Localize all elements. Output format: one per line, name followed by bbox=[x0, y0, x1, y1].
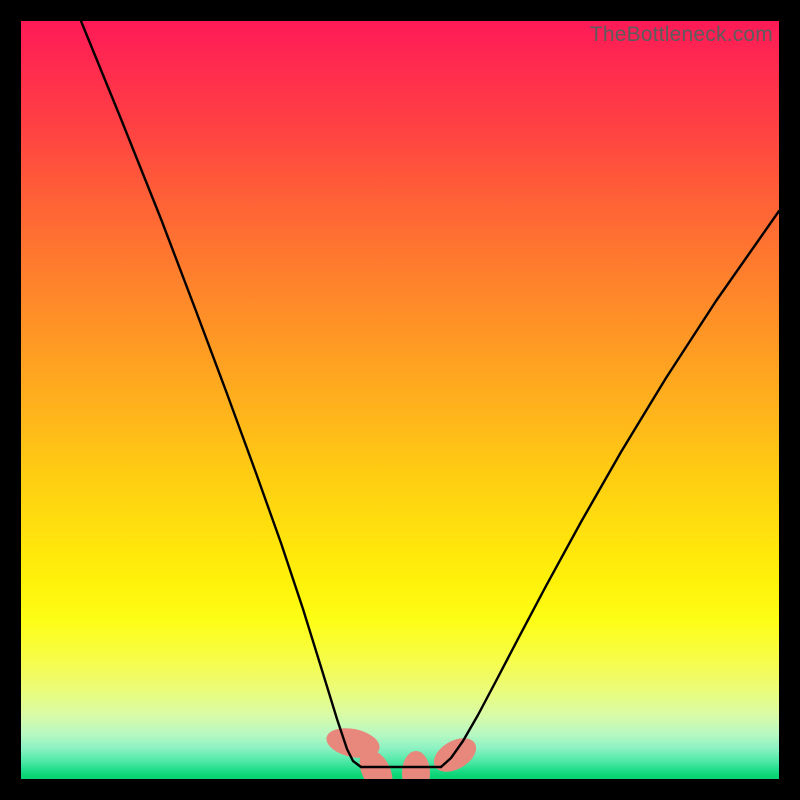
watermark-text: TheBottleneck.com bbox=[590, 23, 773, 47]
marker-pill bbox=[402, 751, 430, 779]
plot-area: TheBottleneck.com bbox=[21, 21, 779, 779]
series-left-curve bbox=[81, 21, 361, 767]
lines-group bbox=[81, 21, 779, 767]
marker-pill bbox=[428, 731, 482, 778]
series-right-curve bbox=[441, 211, 779, 767]
chart-frame: TheBottleneck.com bbox=[0, 0, 800, 800]
chart-svg bbox=[21, 21, 779, 779]
